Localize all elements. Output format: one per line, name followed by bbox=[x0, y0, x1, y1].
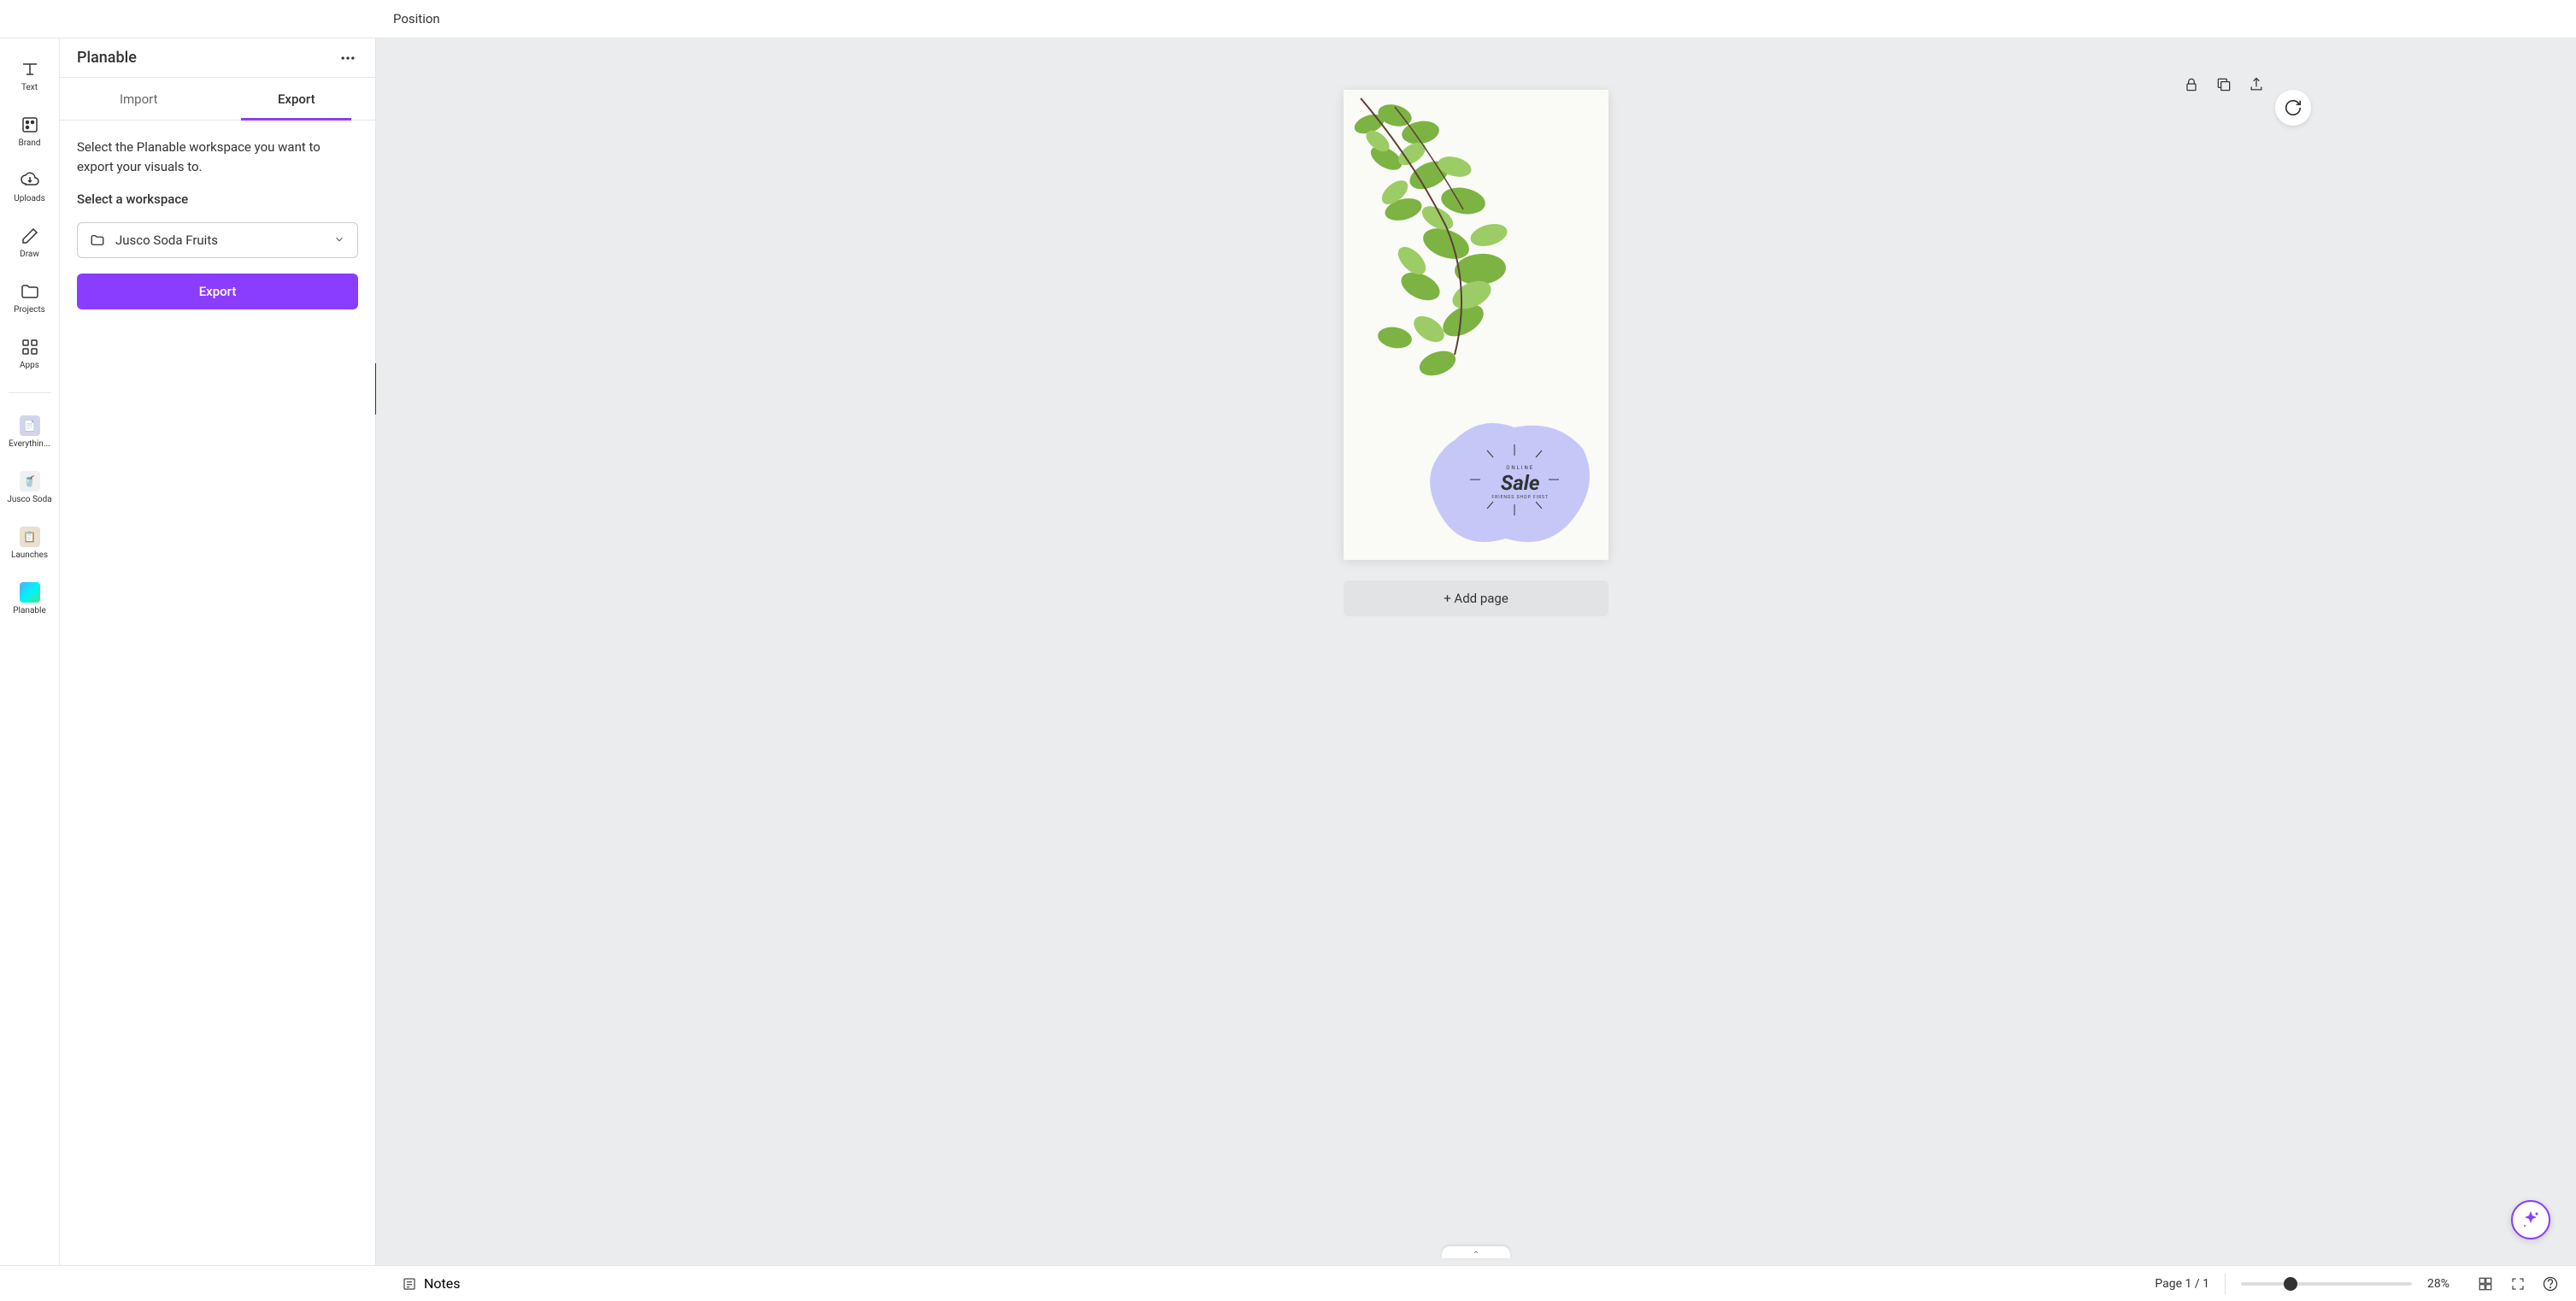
rail-label: Apps bbox=[4, 361, 56, 370]
rail-item-uploads[interactable]: Uploads bbox=[4, 167, 56, 207]
thumbnail-icon: 📋 bbox=[20, 527, 40, 547]
bottom-bar: Notes Page 1 / 1 28% bbox=[0, 1265, 2576, 1301]
text-icon bbox=[20, 59, 40, 79]
more-options-button[interactable] bbox=[338, 48, 358, 68]
zoom-value[interactable]: 28% bbox=[2427, 1277, 2461, 1291]
workspace-selected-value: Jusco Soda Fruits bbox=[115, 233, 323, 248]
planable-icon bbox=[20, 582, 40, 603]
tab-label: Import bbox=[120, 91, 158, 107]
zoom-slider-thumb[interactable] bbox=[2284, 1277, 2297, 1291]
tab-export[interactable]: Export bbox=[218, 78, 376, 120]
rail-item-brand[interactable]: Brand bbox=[4, 111, 56, 151]
panel-title: Planable bbox=[77, 49, 137, 67]
lock-icon[interactable] bbox=[2179, 73, 2203, 97]
thumbnail-icon: 🥤 bbox=[20, 471, 40, 492]
rail-label: Everythin... bbox=[4, 439, 56, 449]
sale-main-label: Sale bbox=[1491, 471, 1549, 495]
leaves-graphic bbox=[1344, 90, 1532, 406]
add-page-button[interactable]: + Add page bbox=[1344, 580, 1609, 616]
rail-label: Jusco Soda bbox=[4, 495, 56, 504]
magic-assistant-button[interactable] bbox=[2511, 1200, 2550, 1239]
thumbnail-icon: 📄 bbox=[20, 415, 40, 436]
chevron-down-icon bbox=[333, 233, 345, 249]
rail-label: Planable bbox=[4, 606, 56, 615]
side-panel: Planable Import Export Select the Planab… bbox=[60, 38, 376, 1265]
expand-pages-tab[interactable] bbox=[1442, 1246, 1510, 1258]
help-icon[interactable] bbox=[2542, 1275, 2559, 1292]
sidebar-rail: Text Brand Uploads Draw Projects bbox=[0, 38, 60, 1265]
duplicate-icon[interactable] bbox=[2212, 73, 2236, 97]
bottom-right-controls: Page 1 / 1 28% bbox=[2155, 1274, 2559, 1294]
rail-thumb-everything[interactable]: 📄 Everythin... bbox=[4, 412, 56, 452]
tab-import[interactable]: Import bbox=[60, 78, 218, 120]
rail-thumb-launches[interactable]: 📋 Launches bbox=[4, 523, 56, 563]
canvas-page[interactable]: ONLINE Sale FRIENDS SHOP FIRST bbox=[1344, 90, 1609, 560]
rail-item-draw[interactable]: Draw bbox=[4, 222, 56, 262]
rail-item-projects[interactable]: Projects bbox=[4, 278, 56, 318]
rail-thumb-planable[interactable]: Planable bbox=[4, 579, 56, 619]
rail-thumb-jusco[interactable]: 🥤 Jusco Soda bbox=[4, 468, 56, 508]
notes-icon bbox=[402, 1276, 417, 1292]
panel-description: Select the Planable workspace you want t… bbox=[77, 138, 358, 176]
rotate-button[interactable] bbox=[2275, 90, 2311, 126]
top-bar: Position bbox=[0, 0, 2576, 38]
rail-label: Launches bbox=[4, 550, 56, 560]
divider bbox=[2225, 1274, 2226, 1294]
pencil-icon bbox=[20, 226, 40, 246]
rail-label: Text bbox=[4, 83, 56, 92]
share-up-icon[interactable] bbox=[2244, 73, 2268, 97]
workspace-select[interactable]: Jusco Soda Fruits bbox=[77, 222, 358, 258]
sale-online-label: ONLINE bbox=[1491, 465, 1549, 471]
workspace-field-label: Select a workspace bbox=[77, 191, 358, 207]
folder-icon bbox=[20, 281, 40, 302]
rail-divider bbox=[9, 392, 51, 393]
panel-header: Planable bbox=[60, 38, 375, 78]
zoom-slider[interactable] bbox=[2241, 1282, 2412, 1286]
canvas-toolbar bbox=[2179, 73, 2268, 97]
export-button[interactable]: Export bbox=[77, 274, 358, 309]
cloud-upload-icon bbox=[20, 170, 40, 191]
notes-button[interactable]: Notes bbox=[17, 1275, 461, 1292]
main-content: Text Brand Uploads Draw Projects bbox=[0, 38, 2576, 1265]
rail-label: Uploads bbox=[4, 194, 56, 203]
canvas-area[interactable]: ONLINE Sale FRIENDS SHOP FIRST + Add pag… bbox=[376, 38, 2576, 1265]
notes-label: Notes bbox=[424, 1275, 461, 1292]
folder-icon bbox=[90, 233, 105, 248]
fullscreen-icon[interactable] bbox=[2509, 1275, 2526, 1292]
rail-label: Projects bbox=[4, 305, 56, 315]
panel-tabs: Import Export bbox=[60, 78, 375, 121]
panel-body: Select the Planable workspace you want t… bbox=[60, 121, 375, 327]
rail-item-apps[interactable]: Apps bbox=[4, 333, 56, 374]
rail-label: Brand bbox=[4, 138, 56, 148]
sale-text-block: ONLINE Sale FRIENDS SHOP FIRST bbox=[1491, 465, 1549, 500]
grid-view-icon[interactable] bbox=[2477, 1275, 2494, 1292]
rail-item-text[interactable]: Text bbox=[4, 56, 56, 96]
brand-icon bbox=[20, 115, 40, 135]
tab-label: Export bbox=[278, 91, 315, 107]
rail-label: Draw bbox=[4, 250, 56, 259]
position-control[interactable]: Position bbox=[393, 11, 440, 26]
apps-grid-icon bbox=[20, 337, 40, 357]
sale-sub-label: FRIENDS SHOP FIRST bbox=[1491, 495, 1549, 500]
page-indicator: Page 1 / 1 bbox=[2155, 1277, 2209, 1291]
